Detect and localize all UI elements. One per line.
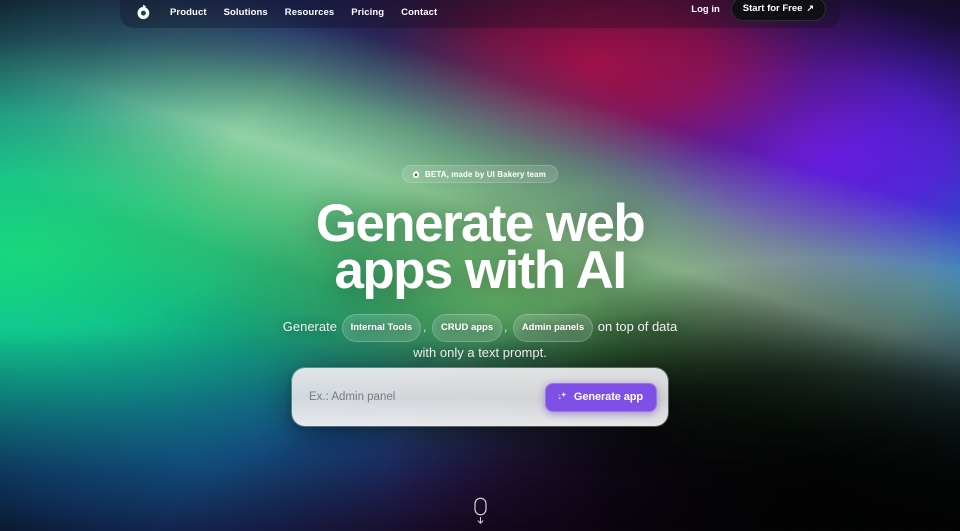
tag-separator-2: , bbox=[504, 322, 508, 334]
scroll-down-hint[interactable] bbox=[0, 497, 960, 524]
start-for-free-button[interactable]: Start for Free ↗ bbox=[730, 0, 826, 21]
nav-link-solutions[interactable]: Solutions bbox=[224, 7, 268, 18]
hero-section: BETA, made by UI Bakery team Generate we… bbox=[0, 0, 960, 531]
hero-sub-prefix: Generate bbox=[282, 319, 337, 334]
tag-internal-tools[interactable]: Internal Tools bbox=[341, 314, 422, 342]
ui-bakery-logo-icon[interactable] bbox=[134, 4, 153, 21]
nav-link-resources[interactable]: Resources bbox=[285, 7, 334, 18]
tag-separator-1: , bbox=[423, 322, 427, 334]
hero-subtitle: Generate Internal Tools, CRUD apps, Admi… bbox=[270, 314, 690, 363]
prompt-input[interactable] bbox=[309, 382, 545, 412]
login-link[interactable]: Log in bbox=[691, 4, 720, 15]
hero-title-line-2: apps with AI bbox=[334, 241, 628, 300]
mouse-icon bbox=[473, 497, 487, 516]
nav-right-group: Log in Start for Free ↗ bbox=[691, 0, 826, 21]
nav-link-contact[interactable]: Contact bbox=[401, 7, 437, 18]
page-title: Generate web apps with AI bbox=[316, 197, 646, 297]
beta-badge[interactable]: BETA, made by UI Bakery team bbox=[402, 165, 558, 183]
hero-sub-line-2: with only a text prompt. bbox=[413, 345, 547, 360]
tag-admin-panels[interactable]: Admin panels bbox=[512, 314, 594, 342]
generate-app-button[interactable]: Generate app bbox=[544, 382, 657, 412]
tag-crud-apps[interactable]: CRUD apps bbox=[431, 314, 503, 342]
top-navigation-bar: Product Solutions Resources Pricing Cont… bbox=[120, 0, 840, 28]
arrow-up-right-icon: ↗ bbox=[806, 3, 814, 13]
nav-link-pricing[interactable]: Pricing bbox=[351, 7, 384, 18]
hero-sub-suffix: on top of data bbox=[597, 319, 678, 334]
start-for-free-label: Start for Free bbox=[742, 3, 803, 14]
nav-link-product[interactable]: Product bbox=[170, 7, 207, 18]
ui-bakery-logo-icon bbox=[411, 169, 420, 179]
chevron-down-icon bbox=[476, 517, 485, 524]
generate-app-label: Generate app bbox=[573, 390, 643, 403]
sparkle-icon bbox=[557, 391, 568, 402]
beta-badge-label: BETA, made by UI Bakery team bbox=[425, 169, 546, 179]
prompt-card: Generate app bbox=[292, 368, 668, 426]
page-root: Product Solutions Resources Pricing Cont… bbox=[0, 0, 960, 531]
nav-left-group: Product Solutions Resources Pricing Cont… bbox=[134, 4, 437, 21]
